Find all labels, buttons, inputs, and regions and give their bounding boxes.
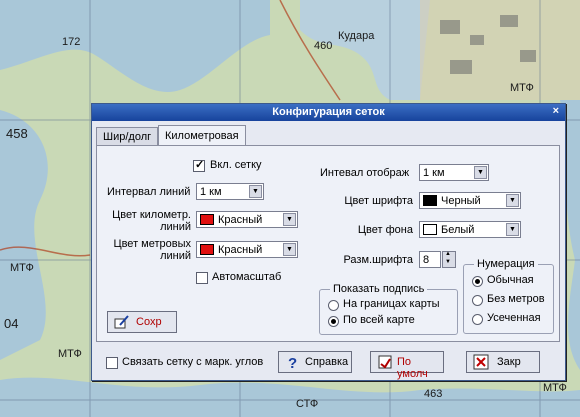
close-x-icon (473, 354, 489, 370)
map-label-463: 463 (424, 388, 443, 400)
numbering-truncated-label: Усеченная (487, 312, 541, 324)
map-label-mtf-2: МТФ (10, 262, 34, 274)
chevron-down-icon[interactable]: ▼ (249, 185, 262, 198)
link-grid-label: Связать сетку с марк. углов (122, 356, 264, 368)
numbering-normal-label: Обычная (487, 274, 534, 286)
svg-text:?: ? (288, 355, 297, 370)
close-button-label: Закр (497, 356, 521, 368)
chevron-down-icon[interactable]: ▼ (474, 166, 487, 179)
grid-config-dialog: Конфигурация сеток × Шир/долг Километров… (91, 103, 566, 381)
map-label-04: 04 (4, 316, 19, 331)
numbering-no-meters-label: Без метров (487, 293, 545, 305)
km-color-select[interactable]: Красный ▼ (196, 211, 298, 228)
caption-borders-radio[interactable] (328, 300, 339, 311)
m-color-select[interactable]: Красный ▼ (196, 241, 298, 258)
font-size-input[interactable]: 8 (419, 251, 441, 268)
map-label-458: 458 (6, 126, 28, 141)
default-doc-icon (378, 355, 392, 369)
line-interval-label: Интервал линий (107, 186, 191, 198)
close-icon[interactable]: × (553, 105, 559, 117)
chevron-down-icon[interactable]: ▼ (506, 223, 519, 236)
bg-color-swatch (423, 224, 437, 235)
show-caption-group: Показать подпись На границах карты По вс… (319, 283, 458, 335)
map-label-mtf-4: МТФ (543, 382, 567, 394)
chevron-down-icon[interactable]: ▼ (283, 213, 296, 226)
dialog-title: Конфигурация сеток (272, 106, 385, 118)
save-pen-icon (114, 315, 129, 329)
font-color-label: Цвет шрифта (344, 195, 413, 207)
chevron-down-icon[interactable]: ▼ (506, 194, 519, 207)
display-interval-label: Интевал отображ (320, 167, 410, 179)
map-label-mtf-1: МТФ (510, 82, 534, 94)
font-size-spinner[interactable] (442, 251, 456, 268)
help-button-label: Справка (305, 356, 349, 368)
close-button[interactable]: Закр (466, 351, 540, 373)
numbering-caption: Нумерация (474, 258, 538, 270)
numbering-no-meters-radio[interactable] (472, 295, 483, 306)
font-color-swatch (423, 195, 437, 206)
map-label-kudara: Кудара (338, 30, 375, 42)
km-color-swatch (200, 214, 214, 225)
autoscale-checkbox[interactable] (196, 272, 208, 284)
caption-whole-map-label: По всей карте (343, 314, 415, 326)
font-color-value: Черный (441, 195, 481, 207)
tab-label: Километровая (165, 130, 239, 142)
display-interval-select[interactable]: 1 км ▼ (419, 164, 489, 181)
numbering-truncated-radio[interactable] (472, 314, 483, 325)
map-label-stf: СТФ (296, 398, 319, 410)
m-color-label: Цвет метровых линий (113, 238, 191, 262)
tab-lat-long[interactable]: Шир/долг (96, 127, 159, 146)
map-label-460: 460 (314, 40, 333, 52)
dialog-titlebar[interactable]: Конфигурация сеток × (92, 104, 565, 121)
map-label-mtf-3: МТФ (58, 348, 82, 360)
chevron-down-icon[interactable]: ▼ (283, 243, 296, 256)
caption-borders-label: На границах карты (343, 298, 440, 310)
link-grid-checkbox[interactable] (106, 357, 118, 369)
display-interval-value: 1 км (423, 167, 445, 179)
m-color-swatch (200, 244, 214, 255)
m-color-value: Красный (218, 244, 263, 256)
help-button[interactable]: ? Справка (278, 351, 352, 373)
default-button-label: По умолч (397, 356, 428, 380)
map-label-172: 172 (62, 36, 81, 48)
save-button-label: Сохр (136, 316, 162, 328)
question-icon: ? (288, 355, 297, 370)
bg-color-select[interactable]: Белый ▼ (419, 221, 521, 238)
font-size-label: Разм.шрифта (343, 254, 413, 266)
bg-color-value: Белый (441, 224, 475, 236)
font-color-select[interactable]: Черный ▼ (419, 192, 521, 209)
show-grid-checkbox[interactable] (193, 158, 205, 172)
km-color-label: Цвет километр. линий (112, 209, 191, 233)
line-interval-select[interactable]: 1 км ▼ (196, 183, 264, 200)
km-color-value: Красный (218, 214, 263, 226)
line-interval-value: 1 км (200, 186, 222, 198)
tab-label: Шир/долг (103, 131, 152, 143)
numbering-group: Нумерация Обычная Без метров Усеченная (463, 258, 554, 334)
show-grid-label: Вкл. сетку (210, 159, 262, 171)
tab-kilometer[interactable]: Километровая (158, 125, 246, 146)
save-button[interactable]: Сохр (107, 311, 177, 333)
show-caption-caption: Показать подпись (330, 283, 428, 295)
bg-color-label: Цвет фона (357, 224, 413, 236)
caption-whole-map-radio[interactable] (328, 316, 339, 327)
font-size-value: 8 (423, 254, 430, 266)
autoscale-label: Автомасштаб (212, 271, 282, 283)
kilometer-tab-panel: Вкл. сетку Интервал линий 1 км ▼ Цвет ки… (96, 145, 560, 342)
default-button[interactable]: По умолч (370, 351, 444, 380)
numbering-normal-radio[interactable] (472, 276, 483, 287)
